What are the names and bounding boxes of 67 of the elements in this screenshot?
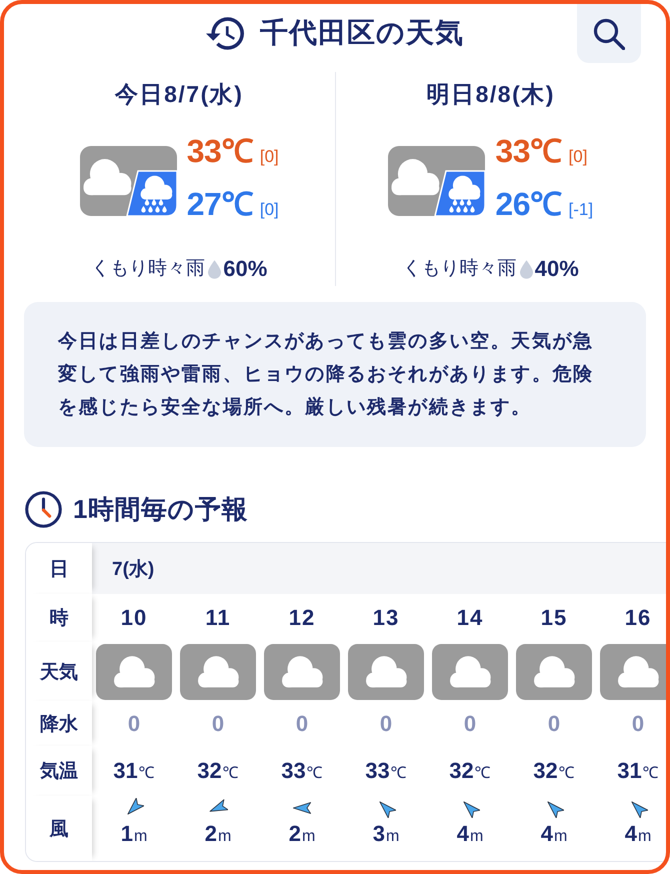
raindrop-icon	[208, 260, 222, 278]
cloud-icon	[96, 644, 172, 700]
precipitation-value: 0	[210, 710, 226, 738]
hour-label: 13	[372, 604, 400, 632]
hour-label: 16	[624, 604, 652, 632]
low-temperature: 26℃	[495, 186, 562, 222]
temperature-value: 32℃	[449, 758, 491, 784]
low-temperature-change: [0]	[260, 200, 279, 219]
row-header: 風	[26, 796, 92, 861]
high-temperature-change: [0]	[260, 147, 279, 166]
search-icon	[593, 18, 625, 50]
search-button[interactable]	[577, 4, 641, 63]
raindrop-icon	[520, 260, 533, 278]
cloud-rain-icon	[80, 146, 177, 216]
cloud-icon	[264, 644, 340, 700]
row-header: 降水	[26, 701, 92, 746]
high-temperature: 33℃	[495, 133, 562, 169]
day-date: 明日8/8(木)	[426, 82, 555, 106]
precipitation-value: 0	[378, 710, 394, 738]
cloud-icon	[180, 644, 256, 700]
high-temperature-change: [0]	[568, 147, 588, 166]
precipitation-value: 0	[630, 710, 646, 738]
hour-label: 14	[456, 604, 484, 632]
precipitation-value: 0	[294, 710, 310, 738]
cloud-icon	[600, 644, 666, 700]
section-title: 1時間毎の予報	[73, 492, 248, 526]
low-temperature: 27℃	[186, 186, 253, 222]
temperature-value: 32℃	[197, 758, 239, 784]
condition-text: くもり時々雨	[402, 257, 517, 281]
wind-speed: 4m	[624, 820, 652, 848]
wind-speed: 4m	[456, 820, 484, 848]
day-date: 今日8/7(水)	[115, 82, 244, 106]
wind-speed: 1m	[120, 820, 148, 848]
cloud-icon	[516, 644, 592, 700]
row-header: 気温	[26, 746, 92, 796]
page-title: 千代田区の天気	[260, 16, 464, 50]
temperature-value: 31℃	[617, 758, 659, 784]
high-temperature: 33℃	[186, 133, 253, 169]
row-header: 天気	[26, 642, 92, 701]
temperature-value: 31℃	[113, 758, 155, 784]
wind-speed: 2m	[204, 820, 232, 848]
history-icon	[206, 16, 244, 50]
hour-label: 15	[540, 604, 568, 632]
precipitation-value: 0	[126, 710, 142, 738]
precipitation-value: 0	[546, 710, 562, 738]
hour-label: 10	[120, 604, 148, 632]
wind-speed: 4m	[540, 820, 568, 848]
cloud-rain-icon	[388, 146, 486, 216]
temperature-value: 33℃	[365, 758, 407, 784]
condition-text: くもり時々雨	[91, 257, 206, 281]
precipitation-chance: 40%	[534, 256, 579, 282]
date-header: 7(水)	[92, 543, 666, 594]
precipitation-value: 0	[462, 710, 478, 738]
low-temperature-change: [-1]	[568, 200, 594, 219]
forecast-summary: 今日は日差しのチャンスがあっても雲の多い空。天気が急変して強雨や雷雨、ヒョウの降るおそれがあります。危険を感じたら安全な場所へ。厳しい残暑が続きます。	[24, 302, 646, 447]
row-header: 日	[26, 543, 92, 594]
hour-label: 11	[204, 604, 232, 632]
wind-speed: 2m	[288, 820, 316, 848]
cloud-icon	[348, 644, 424, 700]
temperature-value: 33℃	[281, 758, 323, 784]
clock-icon	[25, 490, 62, 528]
wind-speed: 3m	[372, 820, 400, 848]
row-header: 時	[26, 594, 92, 642]
temperature-value: 32℃	[533, 758, 575, 784]
hour-label: 12	[288, 604, 316, 632]
precipitation-chance: 60%	[223, 256, 268, 282]
cloud-icon	[432, 644, 508, 700]
